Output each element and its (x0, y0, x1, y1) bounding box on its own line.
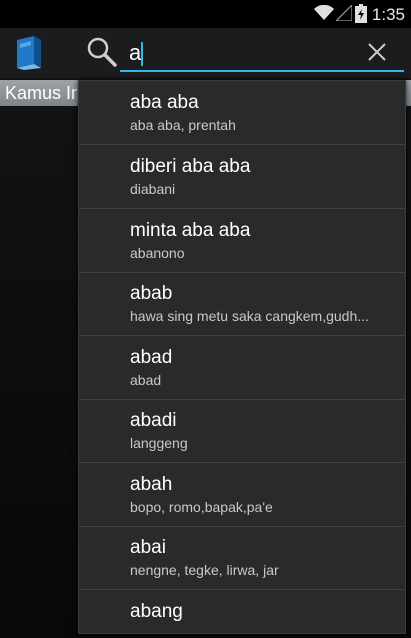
suggestion-meaning: aba aba, prentah (130, 117, 236, 133)
suggestion-item[interactable]: diberi aba aba diabani (79, 145, 405, 209)
suggestion-word: aba aba (130, 92, 199, 113)
tab-label[interactable]: Kamus Indonesia (5, 83, 77, 104)
suggestion-word: abadi (130, 410, 177, 431)
suggestion-word: diberi aba aba (130, 156, 251, 177)
status-bar: 1:35 (0, 0, 411, 28)
suggestion-item[interactable]: abah bopo, romo,bapak,pa'e (79, 463, 405, 527)
suggestion-item[interactable]: minta aba aba abanono (79, 209, 405, 273)
suggestion-dropdown[interactable]: aba aba aba aba, prentah diberi aba aba … (78, 80, 406, 634)
suggestion-word: minta aba aba (130, 220, 251, 241)
search-query-text: a (129, 40, 142, 65)
wifi-icon (314, 5, 334, 20)
suggestion-meaning: abad (130, 372, 162, 388)
search-input[interactable]: a (120, 36, 404, 72)
search-icon (87, 37, 117, 67)
suggestion-word: abah (130, 474, 173, 495)
suggestion-meaning: langgeng (130, 435, 188, 451)
suggestion-word: abab (130, 283, 173, 304)
suggestion-meaning: diabani (130, 181, 176, 197)
suggestion-item[interactable]: abad abad (79, 336, 405, 400)
signal-icon (336, 5, 352, 21)
suggestion-meaning: abanono (130, 245, 185, 261)
suggestion-word: abad (130, 347, 173, 368)
battery-icon (355, 4, 367, 23)
suggestion-word: abai (130, 537, 166, 558)
suggestion-item[interactable]: abai nengne, tegke, lirwa, jar (79, 526, 405, 590)
suggestion-meaning: bopo, romo,bapak,pa'e (130, 499, 273, 515)
suggestion-meaning: hawa sing metu saka cangkem,gudh... (130, 308, 369, 324)
book-icon[interactable] (14, 36, 44, 70)
suggestion-item[interactable]: abang (79, 590, 405, 633)
text-cursor (141, 42, 143, 66)
status-time: 1:35 (371, 5, 405, 24)
suggestion-meaning: nengne, tegke, lirwa, jar (130, 562, 279, 578)
suggestion-word: abang (130, 601, 183, 622)
suggestion-item[interactable]: abab hawa sing metu saka cangkem,gudh... (79, 272, 405, 336)
suggestion-item[interactable]: aba aba aba aba, prentah (79, 81, 405, 145)
suggestion-item[interactable]: abadi langgeng (79, 399, 405, 463)
close-icon[interactable] (366, 41, 388, 63)
